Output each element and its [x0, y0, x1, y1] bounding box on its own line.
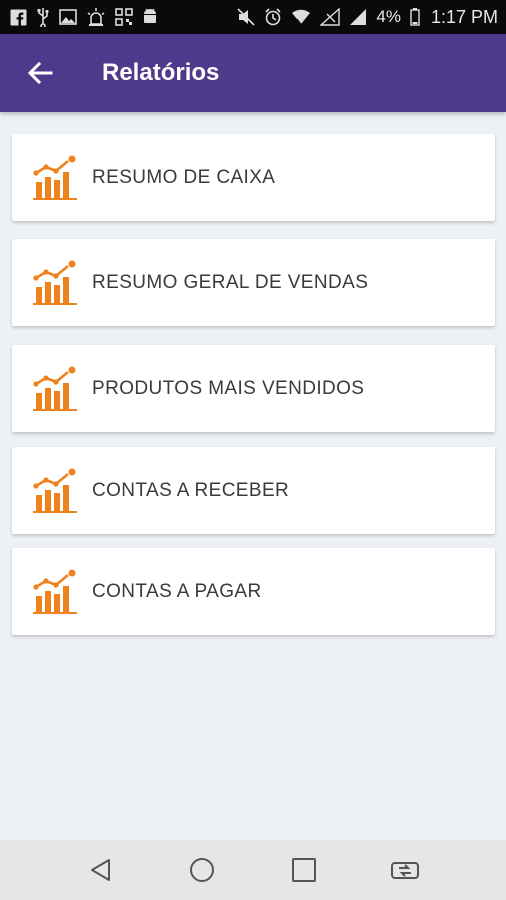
system-nav-bar	[0, 840, 506, 900]
bar-chart-icon	[33, 155, 77, 200]
report-item-contas-a-pagar[interactable]: CONTAS A PAGAR	[12, 548, 495, 635]
report-item-resumo-geral-de-vendas[interactable]: RESUMO GERAL DE VENDAS	[12, 239, 495, 326]
report-item-label: RESUMO DE CAIXA	[92, 166, 276, 188]
report-item-contas-a-receber[interactable]: CONTAS A RECEBER	[12, 447, 495, 534]
report-item-label: RESUMO GERAL DE VENDAS	[92, 271, 369, 293]
android-icon	[142, 8, 158, 26]
page-title: Relatórios	[102, 59, 220, 86]
home-nav-icon	[190, 858, 215, 882]
battery-icon	[410, 8, 420, 26]
recents-nav-icon	[291, 858, 316, 882]
bar-chart-icon	[33, 468, 77, 513]
report-item-resumo-de-caixa[interactable]: RESUMO DE CAIXA	[12, 134, 495, 221]
alarm-icon	[264, 8, 282, 26]
report-item-label: PRODUTOS MAIS VENDIDOS	[92, 377, 365, 399]
mute-icon	[237, 8, 255, 26]
qr-icon	[115, 8, 133, 26]
status-time: 1:17 PM	[430, 6, 498, 27]
nav-back-button[interactable]	[76, 845, 126, 895]
back-button[interactable]	[10, 43, 70, 103]
bar-chart-icon	[33, 260, 77, 305]
status-bar: 4% 1:17 PM	[0, 0, 506, 34]
bar-chart-icon	[33, 569, 77, 614]
wifi-icon	[291, 9, 311, 25]
report-item-produtos-mais-vendidos[interactable]: PRODUTOS MAIS VENDIDOS	[12, 345, 495, 432]
facebook-icon	[10, 9, 27, 26]
usb-icon	[36, 7, 50, 27]
nav-switch-button[interactable]	[380, 845, 430, 895]
alarm-light-icon	[86, 7, 106, 27]
switch-nav-icon	[391, 862, 420, 879]
arrow-left-icon	[27, 61, 53, 85]
status-bar-right: 4% 1:17 PM	[237, 7, 498, 28]
battery-percent: 4%	[376, 7, 401, 26]
status-bar-left	[10, 7, 158, 27]
signal-icon	[349, 8, 367, 26]
report-item-label: CONTAS A PAGAR	[92, 580, 262, 602]
no-sim-icon	[320, 8, 341, 26]
bar-chart-icon	[33, 366, 77, 411]
report-item-label: CONTAS A RECEBER	[92, 479, 290, 501]
nav-home-button[interactable]	[177, 845, 227, 895]
image-icon	[59, 9, 77, 25]
back-nav-icon	[90, 859, 110, 881]
app-bar: Relatórios	[0, 34, 506, 112]
nav-recents-button[interactable]	[279, 845, 329, 895]
